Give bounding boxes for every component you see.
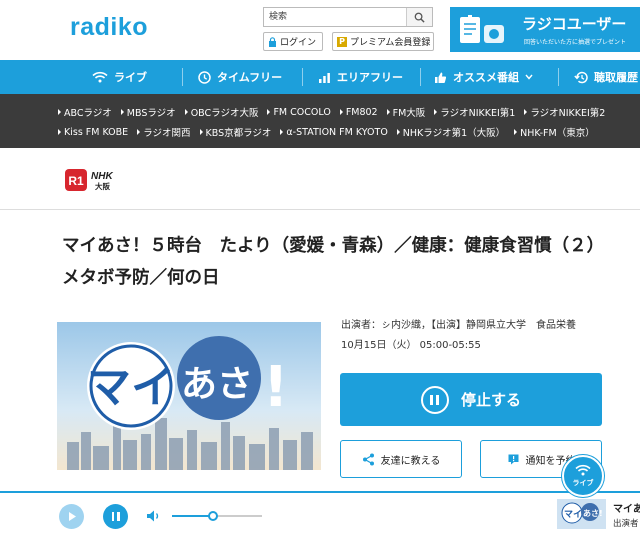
program-datetime: 10月15日（火） 05:00-05:55 [341,340,481,351]
survey-illustration-icon [460,15,504,43]
radiko-logo[interactable]: radiko [70,13,148,42]
pause-button[interactable] [103,504,128,529]
play-button[interactable] [59,504,84,529]
nhk-mark: NHK [91,171,113,182]
wifi-icon [92,71,108,83]
share-label: 友達に教える [380,455,441,467]
history-icon [574,71,588,83]
live-floating-button[interactable]: ライブ [562,455,604,497]
station-link[interactable]: FM大阪 [387,105,426,119]
main-nav: ライブ タイムフリー エリアフリー オススメ番組 聴取履歴 [0,60,640,94]
nav-label: ライブ [114,71,147,84]
survey-banner[interactable]: ラジコユーザー 回答いただいた方に抽選でプレゼント [450,7,640,52]
nav-label: オススメ番組 [453,71,519,84]
nhk-r1-osaka-logo[interactable]: R1 NHK 大阪 [65,168,127,192]
nav-label: 聴取履歴 [594,71,638,84]
station-link[interactable]: OBCラジオ大阪 [185,105,259,119]
station-link[interactable]: NHK-FM（東京） [514,125,595,139]
station-link[interactable]: ABCラジオ [58,105,112,119]
thumb-text-asa: あさ [181,364,253,405]
nav-divider [302,68,303,86]
nav-item-timefree[interactable]: タイムフリー [198,60,282,94]
search-icon [414,12,425,23]
nav-item-areafree[interactable]: エリアフリー [318,60,403,94]
banner-subtitle: 回答いただいた方に抽選でプレゼント [524,39,627,46]
svg-text:マイ: マイ [564,509,582,520]
program-title: マイあさ！５時台 たより（愛媛・青森）／健康：健康食習慣（２）メタボ予防／何の日 [62,236,605,288]
program-thumbnail-image: マイ あさ ! [57,322,321,470]
search-input[interactable] [264,8,404,26]
share-icon [362,453,374,465]
thumb-text-ma: マイ [87,362,175,413]
svg-text:あさ!: あさ! [583,509,603,518]
stop-label: 停止する [460,391,521,409]
station-row-1: ABCラジオ MBSラジオ OBCラジオ大阪 FM COCOLO FM802 F… [58,105,614,120]
station-link[interactable]: ラジオNIKKEI第2 [524,105,605,119]
play-icon [68,512,76,521]
banner-title: ラジコユーザー [522,15,627,33]
r1-logo-icon: R1 NHK 大阪 [65,169,113,191]
wifi-icon [575,464,591,476]
now-playing-subtitle: 出演者 [613,519,639,529]
premium-label: プレミアム会員登録 [350,38,431,48]
station-link[interactable]: ラジオNIKKEI第1 [434,105,515,119]
station-link[interactable]: Kiss FM KOBE [58,125,128,139]
premium-signup-button[interactable]: P プレミアム会員登録 [332,32,434,51]
nav-item-recommended[interactable]: オススメ番組 [434,60,533,94]
station-link[interactable]: FM COCOLO [267,105,330,119]
station-link[interactable]: NHKラジオ第1（大阪） [397,125,505,139]
program-performers: 出演者：ㇱ内沙織，【出演】静岡県立大学 食品栄養 [341,320,576,331]
nav-label: エリアフリー [337,71,403,84]
station-row-2: Kiss FM KOBE ラジオ関西 KBS京都ラジオ α-STATION FM… [58,125,604,140]
chevron-down-icon [525,74,533,80]
now-playing-thumbnail-image: マイ あさ! [557,499,606,529]
thumbs-up-icon [435,72,447,83]
now-playing-thumbnail[interactable]: マイ あさ! [557,499,606,529]
share-button[interactable]: 友達に教える [340,440,462,478]
r1-mark: R1 [68,174,84,188]
nav-divider [420,68,421,86]
lock-icon [269,36,276,47]
notification-icon [508,454,518,464]
nav-label: タイムフリー [217,71,283,84]
nav-item-live[interactable]: ライブ [92,60,147,94]
login-label: ログイン [280,38,317,48]
clock-icon [198,70,211,84]
volume-icon[interactable] [146,509,162,523]
search-box [263,7,433,27]
station-link[interactable]: KBS京都ラジオ [200,125,272,139]
station-link[interactable]: MBSラジオ [121,105,176,119]
thumb-text-exclaim: ! [263,355,289,420]
header: radiko ログイン P プレミアム会員登録 ラジコユーザー 回答いただいた方… [0,0,640,60]
station-link[interactable]: ラジオ関西 [137,125,190,139]
station-link[interactable]: FM802 [340,105,378,119]
pause-icon [420,385,449,414]
volume-slider-handle[interactable] [207,511,218,521]
search-button[interactable] [406,8,432,26]
nav-divider [182,68,183,86]
volume-slider-fill [172,515,213,517]
nav-item-history[interactable]: 聴取履歴 [574,60,638,94]
osaka-mark: 大阪 [95,181,110,191]
station-list: ABCラジオ MBSラジオ OBCラジオ大阪 FM COCOLO FM802 F… [0,94,640,148]
live-badge-label: ライブ [572,479,594,487]
audio-player-bar [0,491,640,539]
program-thumbnail: マイ あさ ! [57,322,321,470]
station-link[interactable]: α-STATION FM KYOTO [280,125,387,139]
chart-icon [319,72,330,83]
stop-button[interactable]: 停止する [340,373,602,426]
nav-divider [558,68,559,86]
premium-p-icon: P [337,36,347,47]
now-playing-title: マイあ [613,504,640,515]
login-button[interactable]: ログイン [263,32,323,51]
